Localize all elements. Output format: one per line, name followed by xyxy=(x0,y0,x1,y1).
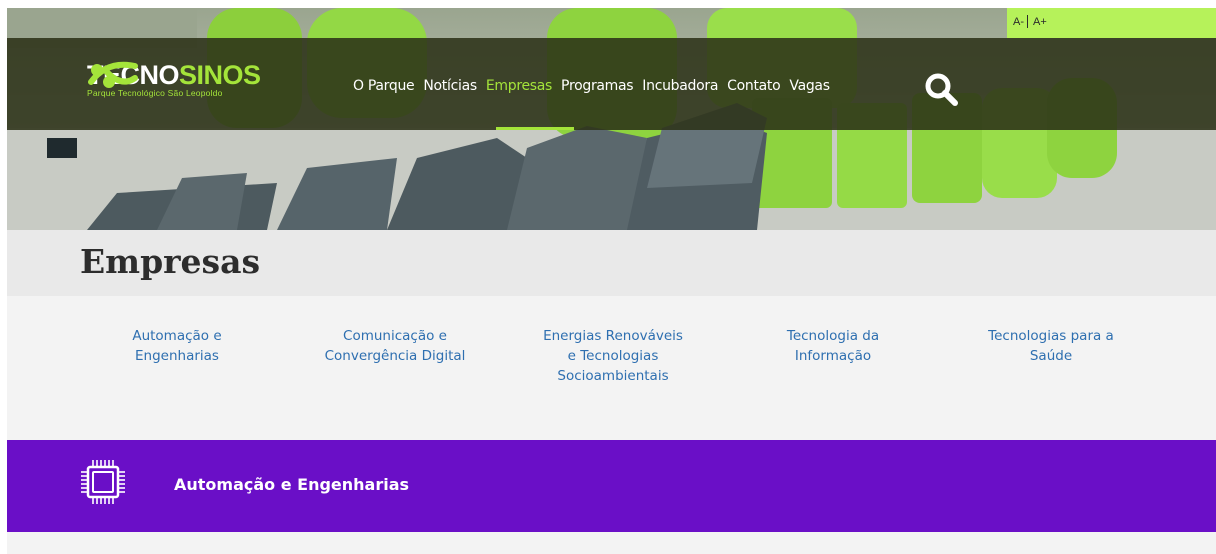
category-label-line: Automação e xyxy=(132,328,222,344)
page: A- A+ TECNOSINOS Parque Tecnológico São … xyxy=(7,8,1216,554)
font-size-divider xyxy=(1027,15,1028,28)
nav-item-o-parque[interactable]: O Parque xyxy=(353,78,415,94)
section-header: Automação e Engenharias xyxy=(7,440,1216,532)
category-label-line: Engenharias xyxy=(135,348,219,364)
category-link-comunicacao[interactable]: Comunicação e Convergência Digital xyxy=(305,326,485,366)
nav-item-noticias[interactable]: Notícias xyxy=(423,78,477,94)
page-title-band: Empresas xyxy=(7,230,1216,296)
main-navbar: TECNOSINOS Parque Tecnológico São Leopol… xyxy=(7,38,1216,130)
site-logo[interactable]: TECNOSINOS Parque Tecnológico São Leopol… xyxy=(87,60,261,98)
category-label-line: Comunicação e xyxy=(343,328,447,344)
category-label-line: Tecnologia da xyxy=(786,328,880,344)
category-label-line: Tecnologias para a xyxy=(988,328,1114,344)
font-decrease-button[interactable]: A- xyxy=(1013,16,1024,28)
category-label-line: Informação xyxy=(794,348,872,364)
font-increase-button[interactable]: A+ xyxy=(1033,16,1047,28)
chip-icon xyxy=(81,460,125,504)
nav-item-programas[interactable]: Programas xyxy=(561,78,634,94)
category-links: Automação e Engenharias Comunicação e Co… xyxy=(7,296,1216,440)
category-label-line: Socioambientais xyxy=(557,368,669,384)
category-label-line: Energias Renováveis xyxy=(543,328,683,344)
section-title: Automação e Engenharias xyxy=(174,475,410,494)
nav-item-empresas[interactable]: Empresas xyxy=(486,78,553,94)
logo-word-sinos: SINOS xyxy=(179,60,261,90)
hero-banner: A- A+ TECNOSINOS Parque Tecnológico São … xyxy=(7,8,1216,230)
category-link-saude[interactable]: Tecnologias para a Saúde xyxy=(961,326,1141,366)
category-label-line: Convergência Digital xyxy=(324,348,466,364)
category-link-automacao[interactable]: Automação e Engenharias xyxy=(87,326,267,366)
nav-item-incubadora[interactable]: Incubadora xyxy=(642,78,718,94)
category-link-energias[interactable]: Energias Renováveis e Tecnologias Socioa… xyxy=(523,326,703,386)
page-title: Empresas xyxy=(80,242,261,281)
nav-item-vagas[interactable]: Vagas xyxy=(789,78,830,94)
category-link-tecnologia-informacao[interactable]: Tecnologia da Informação xyxy=(743,326,923,366)
primary-nav: O Parque Notícias Empresas Programas Inc… xyxy=(353,78,839,94)
search-button[interactable] xyxy=(922,70,962,110)
active-nav-indicator xyxy=(496,127,574,130)
nav-item-contato[interactable]: Contato xyxy=(727,78,781,94)
category-label-line: Saúde xyxy=(1029,348,1073,364)
search-icon xyxy=(925,73,958,106)
category-label-line: e Tecnologias xyxy=(567,348,659,364)
logo-mark-icon xyxy=(88,61,138,88)
